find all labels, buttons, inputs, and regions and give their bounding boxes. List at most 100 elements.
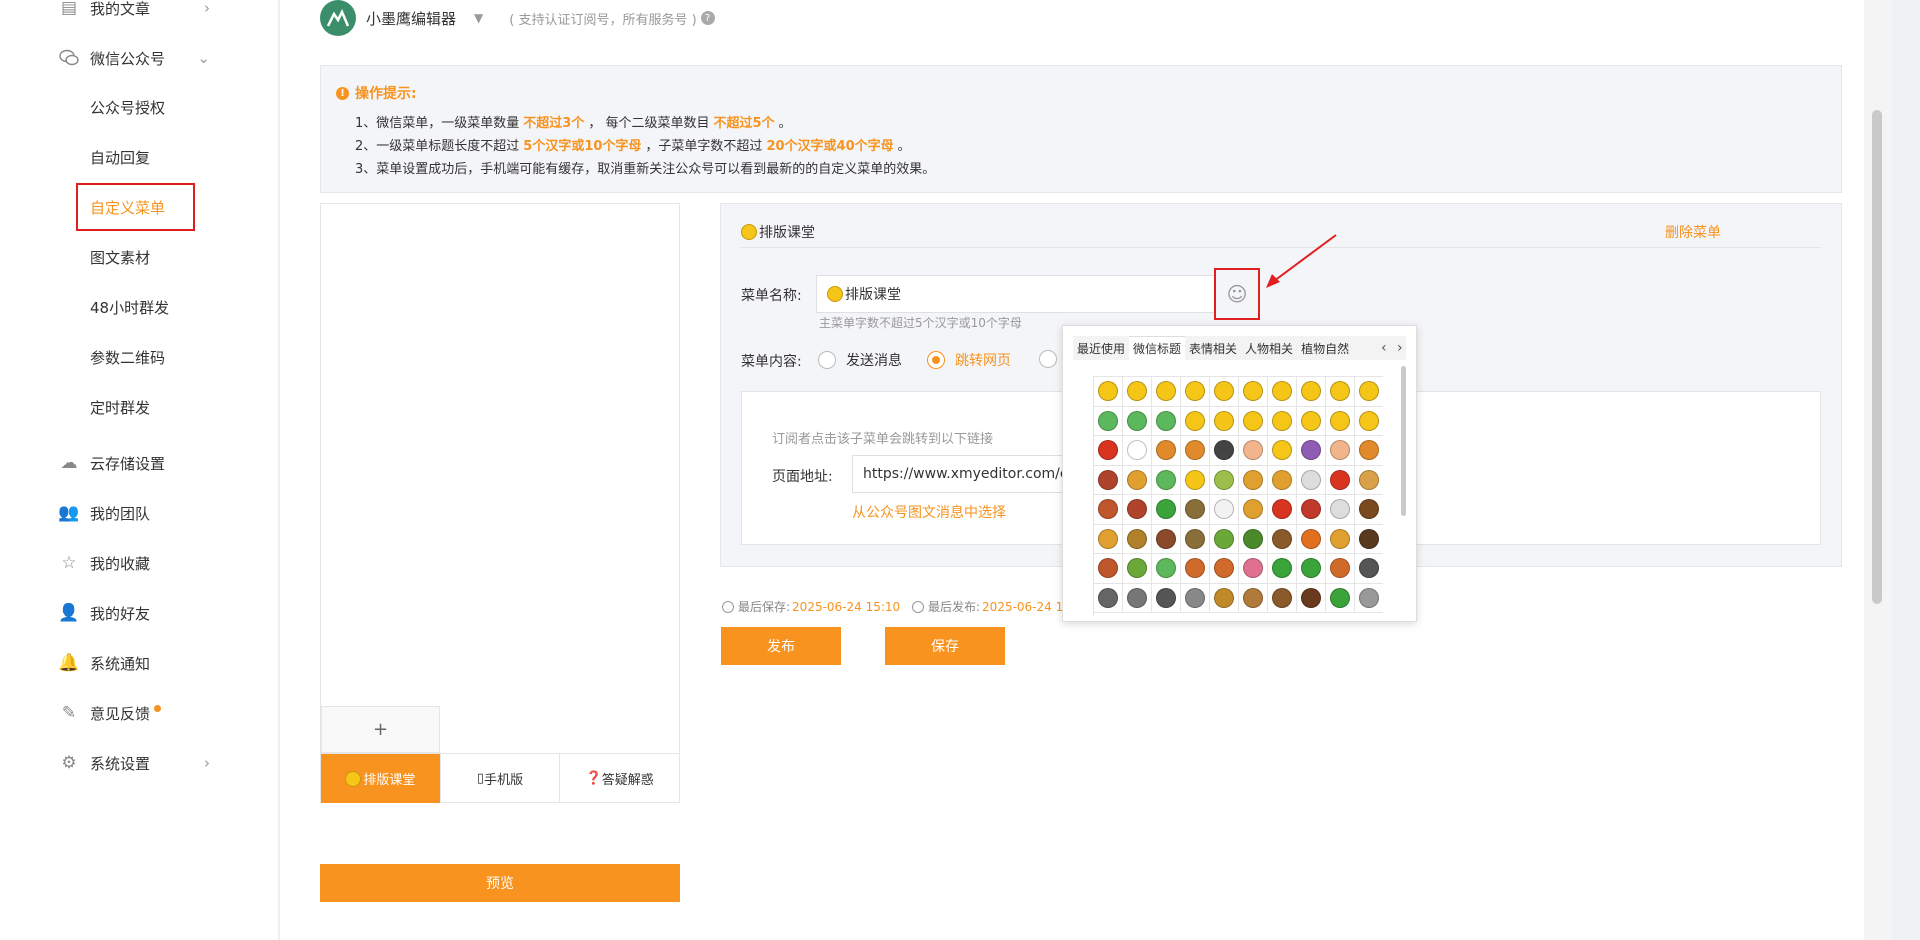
emoji-cell[interactable] (1210, 524, 1239, 554)
sidebar-sub-auth[interactable]: 公众号授权 (90, 87, 165, 127)
add-menu-button[interactable]: + (321, 706, 440, 753)
emoji-cell[interactable] (1326, 524, 1355, 554)
help-icon[interactable]: ? (700, 11, 715, 25)
emoji-cell[interactable] (1094, 377, 1123, 407)
emoji-cell[interactable] (1181, 495, 1210, 525)
sidebar-sub-scheduled[interactable]: 定时群发 (90, 387, 150, 427)
emoji-cell[interactable] (1210, 554, 1239, 584)
emoji-cell[interactable] (1268, 495, 1297, 525)
account-switcher[interactable]: 小墨鹰编辑器 ▼ ( 支持认证订阅号，所有服务号 ) ? (320, 0, 715, 36)
emoji-cell[interactable] (1355, 554, 1383, 584)
emoji-picker-button[interactable]: ☺ (1214, 268, 1260, 320)
emoji-cell[interactable] (1268, 583, 1297, 613)
sidebar-sub-articles[interactable]: 图文素材 (90, 237, 150, 277)
emoji-cell[interactable] (1268, 465, 1297, 495)
sidebar-item-feedback[interactable]: ✎ 意见反馈 (0, 693, 240, 733)
page-scrollbar[interactable] (1864, 0, 1892, 940)
emoji-cell[interactable] (1152, 554, 1181, 584)
sidebar-item-settings[interactable]: ⚙ 系统设置 › (0, 743, 240, 783)
chevron-right-icon[interactable]: › (1397, 340, 1403, 356)
emoji-cell[interactable] (1181, 583, 1210, 613)
scrollbar-thumb[interactable] (1872, 110, 1882, 604)
emoji-cell[interactable] (1094, 554, 1123, 584)
emoji-cell[interactable] (1152, 436, 1181, 466)
radio-jump-page[interactable]: 跳转网页 (927, 350, 1011, 370)
emoji-cell[interactable] (1210, 377, 1239, 407)
emoji-cell[interactable] (1268, 377, 1297, 407)
emoji-cell[interactable] (1326, 554, 1355, 584)
emoji-cell[interactable] (1181, 406, 1210, 436)
emoji-cell[interactable] (1123, 377, 1152, 407)
sidebar-sub-qrcode[interactable]: 参数二维码 (90, 337, 165, 377)
emoji-tab-expressions[interactable]: 表情相关 (1185, 336, 1241, 360)
emoji-cell[interactable] (1210, 495, 1239, 525)
caret-down-icon[interactable]: ▼ (474, 11, 483, 25)
emoji-cell[interactable] (1123, 554, 1152, 584)
sidebar-sub-48h-broadcast[interactable]: 48小时群发 (90, 287, 169, 327)
emoji-cell[interactable] (1094, 583, 1123, 613)
emoji-cell[interactable] (1355, 436, 1383, 466)
emoji-cell[interactable] (1210, 436, 1239, 466)
emoji-cell[interactable] (1239, 524, 1268, 554)
preview-button[interactable]: 预览 (320, 864, 680, 902)
emoji-tab-recent[interactable]: 最近使用 (1073, 336, 1129, 360)
emoji-cell[interactable] (1355, 495, 1383, 525)
emoji-cell[interactable] (1239, 465, 1268, 495)
sidebar-item-wechat[interactable]: 微信公众号 ⌄ (0, 38, 240, 78)
emoji-tab-wechat-title[interactable]: 微信标题 (1129, 336, 1186, 360)
emoji-cell[interactable] (1239, 377, 1268, 407)
sidebar-item-notifications[interactable]: 🔔 系统通知 (0, 643, 240, 683)
emoji-cell[interactable] (1152, 377, 1181, 407)
emoji-cell[interactable] (1094, 436, 1123, 466)
emoji-cell[interactable] (1181, 436, 1210, 466)
emoji-cell[interactable] (1123, 524, 1152, 554)
emoji-cell[interactable] (1297, 495, 1326, 525)
save-button[interactable]: 保存 (885, 627, 1005, 665)
emoji-cell[interactable] (1268, 554, 1297, 584)
emoji-cell[interactable] (1239, 495, 1268, 525)
emoji-tab-nature[interactable]: 植物自然 (1297, 336, 1353, 360)
emoji-cell[interactable] (1094, 524, 1123, 554)
emoji-cell[interactable] (1123, 465, 1152, 495)
chevron-left-icon[interactable]: ‹ (1381, 340, 1387, 356)
emoji-cell[interactable] (1326, 495, 1355, 525)
emoji-cell[interactable] (1152, 406, 1181, 436)
sidebar-item-friends[interactable]: 👤 我的好友 (0, 593, 240, 633)
publish-button[interactable]: 发布 (721, 627, 841, 665)
emoji-cell[interactable] (1268, 406, 1297, 436)
emoji-cell[interactable] (1094, 495, 1123, 525)
emoji-cell[interactable] (1268, 436, 1297, 466)
emoji-tab-people[interactable]: 人物相关 (1241, 336, 1297, 360)
emoji-cell[interactable] (1239, 554, 1268, 584)
emoji-cell[interactable] (1355, 466, 1383, 495)
emoji-cell[interactable] (1297, 524, 1326, 554)
emoji-cell[interactable] (1181, 524, 1210, 554)
emoji-cell[interactable] (1123, 495, 1152, 525)
emoji-cell[interactable] (1239, 406, 1268, 436)
emoji-cell[interactable] (1297, 583, 1326, 613)
sidebar-item-team[interactable]: 👥 我的团队 (0, 493, 240, 533)
emoji-cell[interactable] (1094, 465, 1123, 495)
emoji-cell[interactable] (1210, 583, 1239, 613)
emoji-cell[interactable] (1152, 583, 1181, 613)
emoji-cell[interactable] (1297, 465, 1326, 495)
emoji-cell[interactable] (1181, 377, 1210, 407)
emoji-cell[interactable] (1297, 436, 1326, 466)
emoji-cell[interactable] (1152, 465, 1181, 495)
emoji-cell[interactable] (1326, 465, 1355, 495)
emoji-cell[interactable] (1239, 583, 1268, 613)
emoji-cell[interactable] (1355, 584, 1383, 613)
emoji-cell[interactable] (1181, 465, 1210, 495)
picker-scrollbar[interactable] (1401, 366, 1406, 516)
sidebar-item-cloud[interactable]: ☁ 云存储设置 (0, 443, 240, 483)
pick-article-link[interactable]: 从公众号图文消息中选择 (852, 502, 1006, 522)
emoji-cell[interactable] (1152, 524, 1181, 554)
menu-tab-qa[interactable]: ❓ 答疑解惑 (560, 754, 679, 803)
sidebar-sub-auto-reply[interactable]: 自动回复 (90, 137, 150, 177)
emoji-cell[interactable] (1123, 583, 1152, 613)
menu-tab-mobile[interactable]: ▯ 手机版 (441, 754, 561, 803)
emoji-cell[interactable] (1210, 406, 1239, 436)
emoji-cell[interactable] (1181, 554, 1210, 584)
emoji-cell[interactable] (1326, 377, 1355, 407)
emoji-cell[interactable] (1239, 436, 1268, 466)
